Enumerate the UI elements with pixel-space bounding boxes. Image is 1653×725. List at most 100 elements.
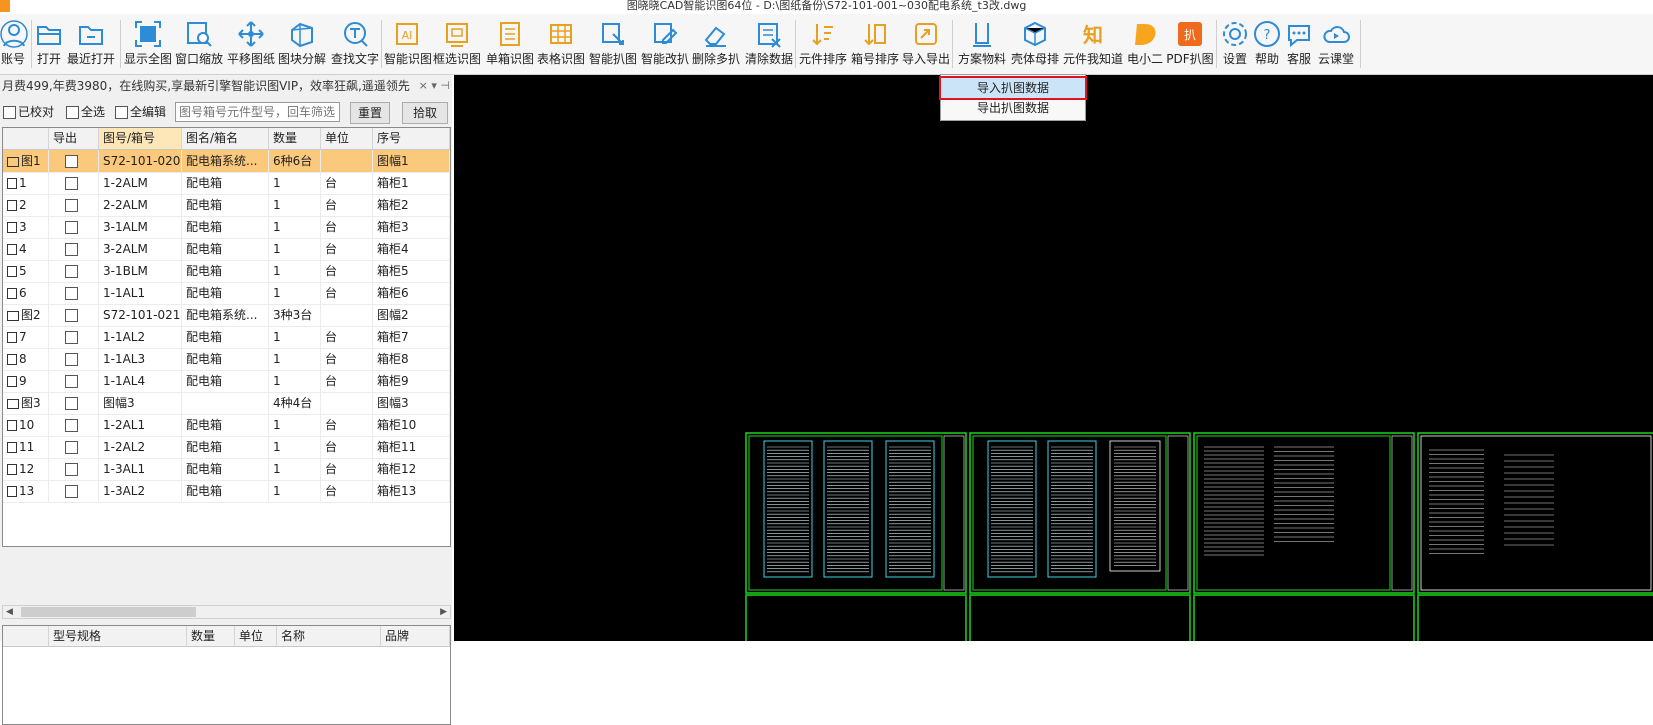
table-row[interactable]: 图3 图幅3 4种4台 图幅3 — [3, 392, 450, 415]
column-header[interactable]: 图名/箱名 — [182, 128, 269, 149]
pin-icon[interactable]: ▾ ⊣ — [431, 79, 450, 92]
export-checkbox[interactable] — [65, 397, 78, 410]
export-checkbox[interactable] — [65, 419, 78, 432]
scroll-thumb[interactable] — [21, 607, 196, 617]
cell-name: 配电箱 — [182, 370, 269, 392]
panel-controls[interactable]: × ▾ ⊣ — [419, 75, 450, 97]
toolbar-button-zhi[interactable]: 知元件我知道 — [1062, 16, 1124, 70]
grid-corner[interactable] — [3, 128, 49, 149]
column-header[interactable]: 图号/箱号 — [99, 128, 182, 149]
subgrid-corner[interactable] — [3, 626, 49, 647]
export-checkbox[interactable] — [65, 243, 78, 256]
table-row[interactable]: 4 3-2ALM 配电箱 1 台箱柜4 — [3, 238, 450, 261]
export-checkbox[interactable] — [65, 309, 78, 322]
export-checkbox[interactable] — [65, 199, 78, 212]
column-header[interactable]: 数量 — [269, 128, 321, 149]
toolbar-button-chat[interactable]: 客服 — [1284, 16, 1314, 70]
table-row[interactable]: 13 1-3AL2 配电箱 1 台箱柜13 — [3, 480, 450, 503]
toolbar-button-d-logo[interactable]: 电小二 — [1126, 16, 1164, 70]
toolbar-button-smart-edit[interactable]: 智能改扒 — [640, 16, 690, 70]
subgrid-column-header[interactable]: 数量 — [187, 626, 235, 647]
svg-text:AI: AI — [402, 29, 413, 42]
table-row[interactable]: 图1 S72-101-020 配电箱系统... 6种6台 图幅1 — [3, 150, 450, 173]
verified-checkbox[interactable] — [3, 106, 16, 119]
toolbar-button-cube[interactable]: 壳体母排 — [1010, 16, 1060, 70]
export-checkbox[interactable] — [65, 353, 78, 366]
table-row[interactable]: 1 1-2ALM 配电箱 1 台箱柜1 — [3, 172, 450, 195]
toolbar-button-import-export[interactable]: 导入导出 — [902, 16, 950, 70]
menu-item-export-capture-data[interactable]: 导出扒图数据 — [941, 98, 1085, 118]
toolbar-button-find-text[interactable]: 查找文字 — [330, 16, 380, 70]
export-checkbox[interactable] — [65, 463, 78, 476]
scroll-right-icon[interactable]: ▶ — [440, 606, 447, 618]
toolbar-button-recent-folder[interactable]: 最近打开 — [66, 16, 116, 70]
export-checkbox[interactable] — [65, 441, 78, 454]
toolbar-button-material[interactable]: 方案物料 — [956, 16, 1008, 70]
export-checkbox[interactable] — [65, 287, 78, 300]
export-checkbox[interactable] — [65, 221, 78, 234]
toolbar-button-pdf[interactable]: 扒 PDF扒图 — [1166, 16, 1214, 70]
subgrid-column-header[interactable]: 型号规格 — [49, 626, 187, 647]
scroll-left-icon[interactable]: ◀ — [6, 606, 13, 618]
search-input[interactable] — [175, 102, 340, 122]
toolbar-button-clear-data[interactable]: 清除数据 — [744, 16, 794, 70]
toolbar-button-help[interactable]: ? 帮助 — [1252, 16, 1282, 70]
toolbar-button-label: 壳体母排 — [1010, 52, 1059, 66]
toolbar-separator — [120, 20, 121, 68]
reset-button[interactable]: 重置 — [350, 102, 390, 124]
cloud-play-icon — [1323, 26, 1350, 43]
toolbar-button-smart-capture[interactable]: 智能扒图 — [588, 16, 638, 70]
menu-item-import-capture-data[interactable]: 导入扒图数据 — [939, 76, 1087, 100]
export-checkbox[interactable] — [65, 485, 78, 498]
select-all-checkbox[interactable] — [66, 106, 79, 119]
export-checkbox[interactable] — [65, 331, 78, 344]
table-row[interactable]: 10 1-2AL1 配电箱 1 台箱柜10 — [3, 414, 450, 437]
table-row[interactable]: 2 2-2ALM 配电箱 1 台箱柜2 — [3, 194, 450, 217]
subgrid-column-header[interactable]: 名称 — [277, 626, 381, 647]
table-row[interactable]: 11 1-2AL2 配电箱 1 台箱柜11 — [3, 436, 450, 459]
row-index-label: 11 — [19, 440, 35, 454]
toolbar-button-table[interactable]: 表格识图 — [536, 16, 586, 70]
export-checkbox[interactable] — [65, 265, 78, 278]
svg-text:知: 知 — [1083, 23, 1103, 47]
promo-text[interactable]: 月费499,年费3980，在线购买,享最新引擎智能识图VIP，效率狂飙,遥遥领先 — [2, 75, 410, 97]
cad-canvas[interactable] — [454, 75, 1653, 641]
close-icon[interactable]: × — [419, 79, 428, 92]
export-checkbox[interactable] — [65, 177, 78, 190]
box-select-icon — [446, 23, 468, 47]
toolbar-button-cloud-play[interactable]: 云课堂 — [1316, 16, 1356, 70]
toolbar-button-sort-component[interactable]: 元件排序 — [798, 16, 848, 70]
toolbar-button-eraser[interactable]: 删除多扒 — [692, 16, 740, 70]
column-header[interactable]: 序号 — [373, 128, 450, 149]
toolbar-button-folder-open[interactable]: 打开 — [34, 16, 64, 70]
toolbar-button-user[interactable]: 账号 — [0, 16, 28, 70]
all-edit-checkbox[interactable] — [115, 106, 128, 119]
column-header[interactable]: 单位 — [321, 128, 373, 149]
toolbar-button-fit-view[interactable]: 显示全图 — [124, 16, 172, 70]
horizontal-scrollbar[interactable]: ◀ ▶ — [2, 605, 451, 619]
table-row[interactable]: 3 3-1ALM 配电箱 1 台箱柜3 — [3, 216, 450, 239]
table-row[interactable]: 6 1-1AL1 配电箱 1 台箱柜6 — [3, 282, 450, 305]
pick-button[interactable]: 拾取 — [402, 102, 448, 124]
toolbar-button-zoom-window[interactable]: 窗口缩放 — [174, 16, 224, 70]
toolbar-button-sort-box[interactable]: 箱号排序 — [850, 16, 900, 70]
table-row[interactable]: 7 1-1AL2 配电箱 1 台箱柜7 — [3, 326, 450, 349]
export-checkbox[interactable] — [65, 375, 78, 388]
row-index-label: 10 — [19, 418, 35, 432]
table-row[interactable]: 12 1-3AL1 配电箱 1 台箱柜12 — [3, 458, 450, 481]
table-row[interactable]: 8 1-1AL3 配电箱 1 台箱柜8 — [3, 348, 450, 371]
column-header[interactable]: 导出 — [49, 128, 99, 149]
subgrid-column-header[interactable]: 品牌 — [381, 626, 450, 647]
subgrid-column-header[interactable]: 单位 — [235, 626, 277, 647]
table-row[interactable]: 5 3-1BLM 配电箱 1 台箱柜5 — [3, 260, 450, 283]
toolbar-button-single-box[interactable]: 单箱识图 — [486, 16, 534, 70]
toolbar-button-box-select[interactable]: 框选识图 — [432, 16, 482, 70]
table-row[interactable]: 图2 S72-101-021 配电箱系统... 3种3台 图幅2 — [3, 304, 450, 327]
toolbar-button-pan[interactable]: 平移图纸 — [226, 16, 276, 70]
export-checkbox[interactable] — [65, 155, 78, 168]
toolbar-button-gear[interactable]: 设置 — [1220, 16, 1250, 70]
sort-box-icon — [864, 24, 886, 46]
table-row[interactable]: 9 1-1AL4 配电箱 1 台箱柜9 — [3, 370, 450, 393]
toolbar-button-ai[interactable]: AI 智能识图 — [384, 16, 432, 70]
toolbar-button-block-explode[interactable]: 图块分解 — [278, 16, 326, 70]
